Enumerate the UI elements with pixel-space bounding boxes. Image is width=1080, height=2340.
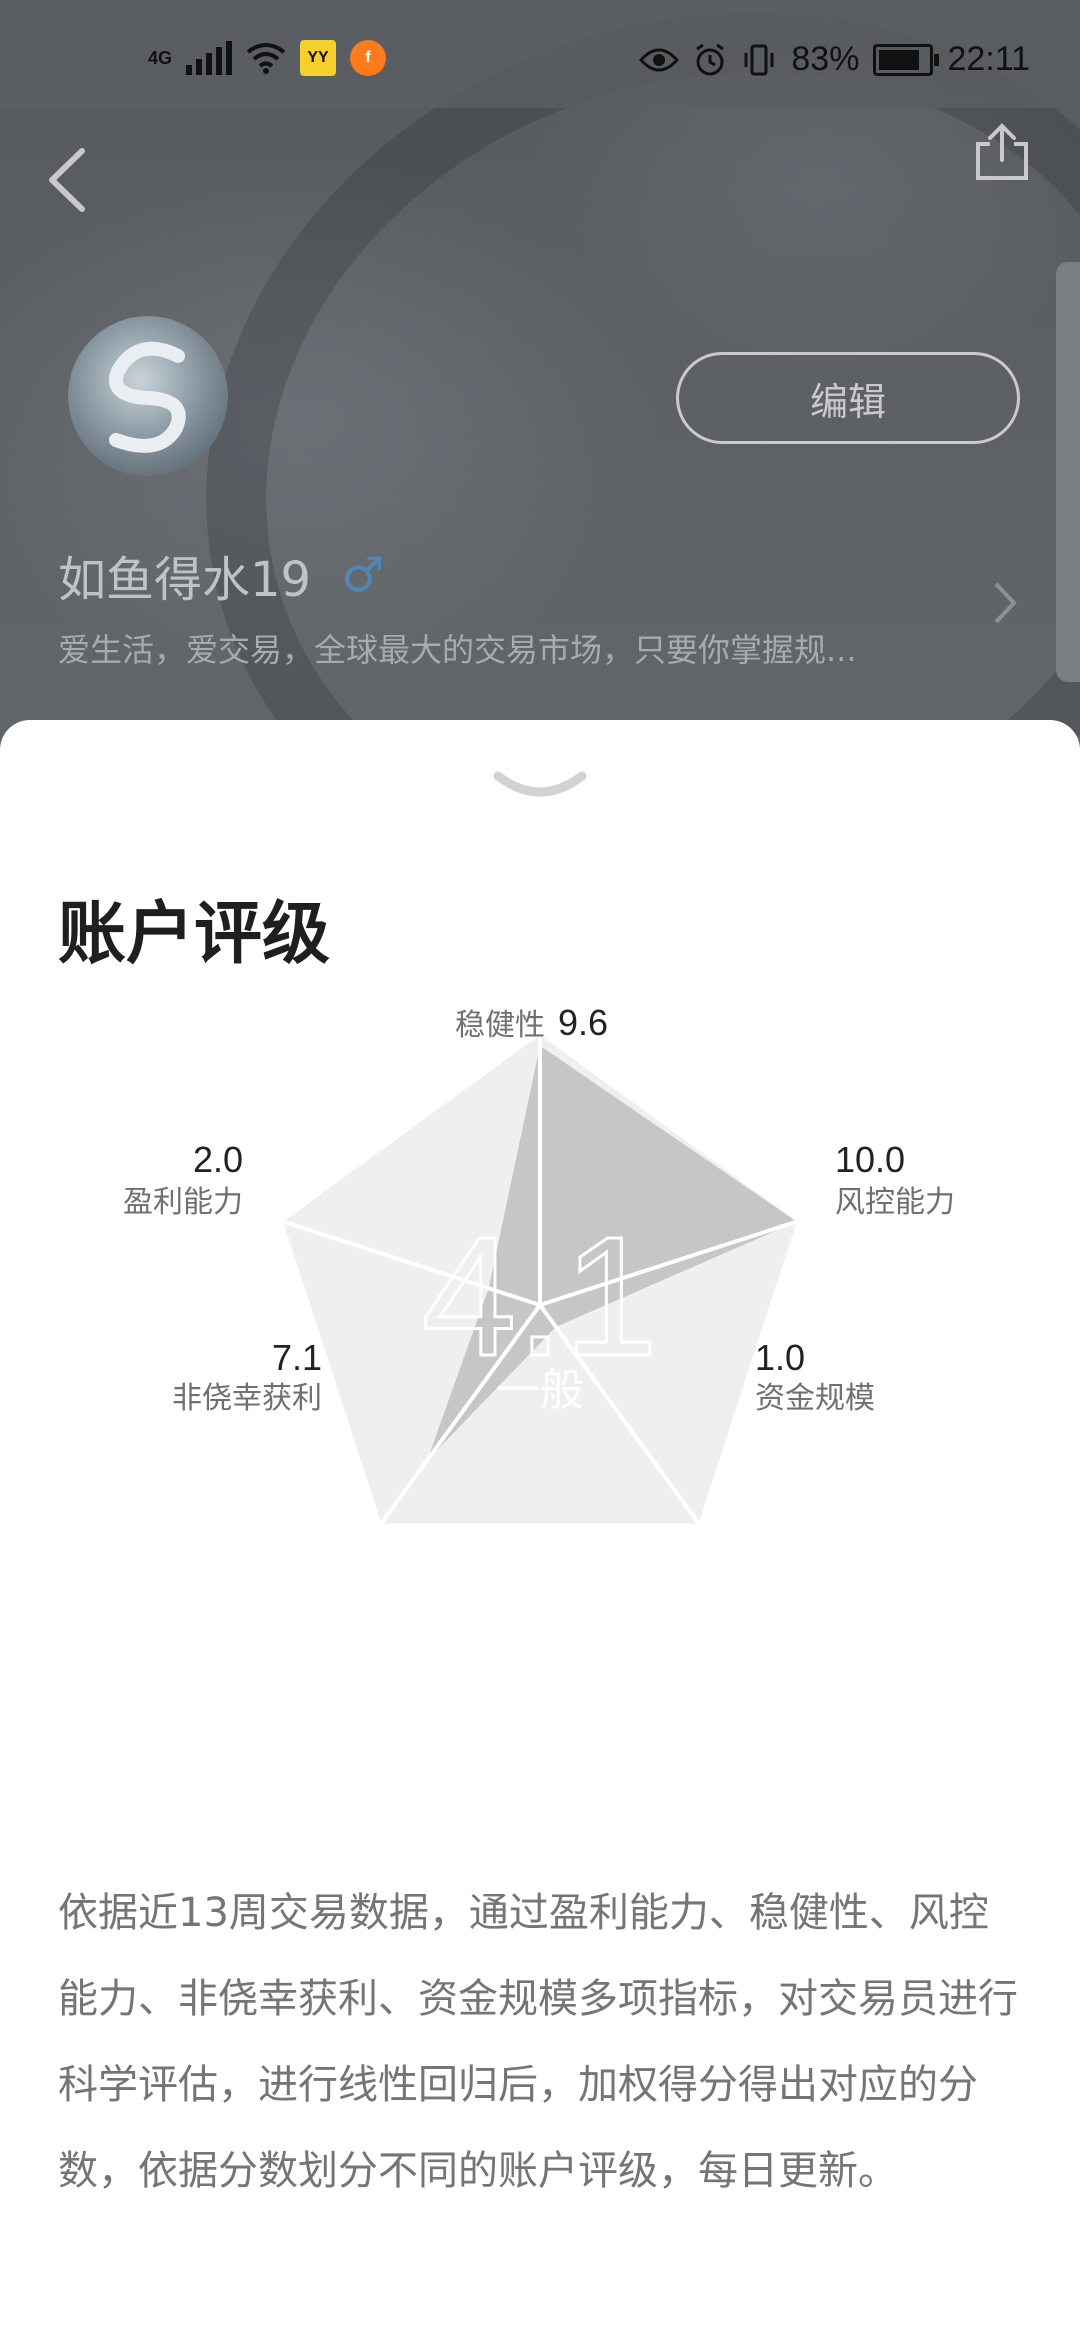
wifi-icon <box>246 43 286 74</box>
battery-icon <box>873 43 940 76</box>
chevron-right-icon[interactable] <box>990 578 1020 628</box>
network-type: 4G <box>148 48 173 68</box>
clock: 22:11 <box>947 40 1030 78</box>
avatar-logo-icon <box>109 341 186 453</box>
radar-axis-label: 非侥幸获利 <box>172 1381 322 1416</box>
back-arrow-icon[interactable] <box>40 145 100 215</box>
center-grade: 一般 <box>496 1365 584 1416</box>
avatar[interactable] <box>68 316 228 476</box>
signal-icon <box>186 41 233 75</box>
radar-axis-value: 7.1 <box>272 1337 322 1378</box>
status-bar: 4G YY f 83% 22:11 <box>0 0 1080 108</box>
scroll-indicator <box>1056 262 1080 682</box>
radar-axis-label: 资金规模 <box>755 1381 875 1416</box>
radar-axis-label: 稳健性 <box>455 1008 545 1043</box>
radar-axis-value: 1.0 <box>755 1337 805 1378</box>
account-rating-sheet: 账户评级 4.1 一般 稳健性 9.6 风控能力 10.0 资金规模 1.0 非侥幸获利 7.1 盈… <box>0 720 1080 2340</box>
rating-description: 依据近13周交易数据，通过盈利能力、稳健性、风控能力、非侥幸获利、资金规模多项指… <box>58 1890 1018 2194</box>
edit-button[interactable]: 编辑 <box>676 352 1020 444</box>
battery-percent: 83% <box>791 40 860 78</box>
yy-icon: YY <box>300 40 337 76</box>
radar-axis-value: 2.0 <box>193 1139 243 1180</box>
app-f-icon: f <box>350 40 387 76</box>
profile-name-row: 如鱼得水19 ♂ <box>58 540 384 610</box>
alarm-icon <box>696 43 725 75</box>
bio-text[interactable]: 爱生活，爱交易，全球最大的交易市场，只要你掌握规... <box>58 625 938 671</box>
male-icon: ♂ <box>341 547 385 603</box>
radar-axis-label: 盈利能力 <box>123 1185 243 1220</box>
share-icon[interactable] <box>970 120 1034 184</box>
sheet-title: 账户评级 <box>58 895 331 974</box>
radar-chart: 4.1一般 稳健性 9.6 风控能力 10.0 资金规模1.0 非侥幸获利7.1 盈利能力 2.… <box>123 1002 955 1525</box>
username: 如鱼得水19 <box>58 552 312 608</box>
radar-axis-value: 10.0 <box>835 1139 905 1180</box>
radar-axis-label: 风控能力 <box>835 1185 955 1220</box>
vibrate-icon <box>744 44 774 75</box>
center-score: 4.1 <box>422 1202 658 1392</box>
radar-axis-value: 9.6 <box>558 1002 608 1043</box>
collapse-chevron-icon[interactable] <box>490 768 590 808</box>
eye-icon <box>639 48 680 71</box>
